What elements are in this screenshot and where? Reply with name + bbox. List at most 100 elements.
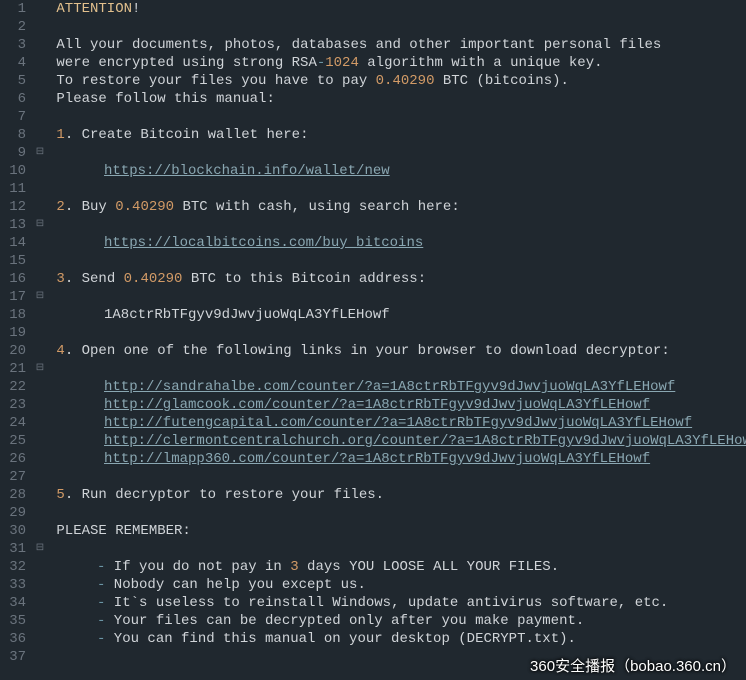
- fold-empty: [34, 612, 46, 630]
- code-line[interactable]: - It`s useless to reinstall Windows, upd…: [48, 594, 746, 612]
- code-line[interactable]: - Your files can be decrypted only after…: [48, 612, 746, 630]
- fold-toggle-icon[interactable]: ⊟: [34, 216, 46, 234]
- fold-empty: [34, 162, 46, 180]
- code-line[interactable]: All your documents, photos, databases an…: [48, 36, 746, 54]
- fold-empty: [34, 126, 46, 144]
- code-token: (: [476, 73, 484, 89]
- line-number: 36: [4, 630, 26, 648]
- line-number: 2: [4, 18, 26, 36]
- code-line[interactable]: - Nobody can help you except us.: [48, 576, 746, 594]
- code-line[interactable]: http://clermontcentralchurch.org/counter…: [48, 432, 746, 450]
- line-number: 29: [4, 504, 26, 522]
- code-token: 4: [56, 343, 64, 359]
- line-number: 4: [4, 54, 26, 72]
- code-editor[interactable]: 1234567891011121314151617181920212223242…: [0, 0, 746, 662]
- url-text: http://clermontcentralchurch.org/counter…: [104, 433, 746, 449]
- code-line[interactable]: ATTENTION!: [48, 0, 746, 18]
- line-number: 3: [4, 36, 26, 54]
- code-line[interactable]: [48, 504, 746, 522]
- code-token: .: [65, 199, 73, 215]
- line-number-gutter: 1234567891011121314151617181920212223242…: [0, 0, 34, 662]
- code-line[interactable]: http://lmapp360.com/counter/?a=1A8ctrRbT…: [48, 450, 746, 468]
- code-line[interactable]: [48, 144, 746, 162]
- fold-empty: [34, 342, 46, 360]
- code-token: BTC: [434, 73, 476, 89]
- code-token: were encrypted using strong RSA: [48, 55, 317, 71]
- fold-toggle-icon[interactable]: ⊟: [34, 540, 46, 558]
- line-number: 28: [4, 486, 26, 504]
- code-line[interactable]: - You can find this manual on your deskt…: [48, 630, 746, 648]
- code-token: :: [418, 271, 426, 287]
- code-line[interactable]: [48, 468, 746, 486]
- code-line[interactable]: PLEASE REMEMBER:: [48, 522, 746, 540]
- code-line[interactable]: [48, 288, 746, 306]
- code-line[interactable]: [48, 180, 746, 198]
- fold-empty: [34, 0, 46, 18]
- code-token: ).: [559, 631, 576, 647]
- fold-toggle-icon[interactable]: ⊟: [34, 144, 46, 162]
- code-line[interactable]: Please follow this manual:: [48, 90, 746, 108]
- code-token: It`s useless to reinstall Windows: [105, 595, 391, 611]
- fold-empty: [34, 252, 46, 270]
- code-line[interactable]: To restore your files you have to pay 0.…: [48, 72, 746, 90]
- code-line[interactable]: http://sandrahalbe.com/counter/?a=1A8ctr…: [48, 378, 746, 396]
- fold-empty: [34, 72, 46, 90]
- fold-column[interactable]: ⊟ ⊟ ⊟ ⊟ ⊟: [34, 0, 46, 662]
- code-token: Your files can be decrypted only after y…: [105, 613, 575, 629]
- code-line[interactable]: http://futengcapital.com/counter/?a=1A8c…: [48, 414, 746, 432]
- code-line[interactable]: 4. Open one of the following links in yo…: [48, 342, 746, 360]
- fold-empty: [34, 414, 46, 432]
- code-line[interactable]: 3. Send 0.40290 BTC to this Bitcoin addr…: [48, 270, 746, 288]
- code-token: ATTENTION: [48, 1, 132, 17]
- line-number: 14: [4, 234, 26, 252]
- code-line[interactable]: [48, 108, 746, 126]
- line-number: 7: [4, 108, 26, 126]
- code-line[interactable]: were encrypted using strong RSA-1024 alg…: [48, 54, 746, 72]
- code-line[interactable]: http://glamcook.com/counter/?a=1A8ctrRbT…: [48, 396, 746, 414]
- line-number: 10: [4, 162, 26, 180]
- code-line[interactable]: [48, 540, 746, 558]
- code-token: (: [458, 631, 466, 647]
- line-number: 18: [4, 306, 26, 324]
- code-token: 1: [56, 127, 64, 143]
- code-token: .: [660, 595, 668, 611]
- line-number: 19: [4, 324, 26, 342]
- code-line[interactable]: 1A8ctrRbTFgyv9dJwvjuoWqLA3YfLEHowf: [48, 306, 746, 324]
- fold-empty: [34, 270, 46, 288]
- code-line[interactable]: https://blockchain.info/wallet/new: [48, 162, 746, 180]
- code-token: 2: [56, 199, 64, 215]
- code-line[interactable]: 2. Buy 0.40290 BTC with cash, using sear…: [48, 198, 746, 216]
- code-token: ,: [208, 37, 216, 53]
- code-token: databases and other important personal f…: [283, 37, 661, 53]
- line-number: 1: [4, 0, 26, 18]
- code-token: .: [65, 271, 73, 287]
- code-line[interactable]: 5. Run decryptor to restore your files.: [48, 486, 746, 504]
- code-line[interactable]: [48, 216, 746, 234]
- fold-empty: [34, 522, 46, 540]
- line-number: 11: [4, 180, 26, 198]
- line-number: 24: [4, 414, 26, 432]
- fold-empty: [34, 558, 46, 576]
- code-token: :: [661, 343, 669, 359]
- code-line[interactable]: 1. Create Bitcoin wallet here:: [48, 126, 746, 144]
- code-token: .: [65, 343, 73, 359]
- fold-empty: [34, 198, 46, 216]
- fold-empty: [34, 36, 46, 54]
- fold-empty: [34, 576, 46, 594]
- line-number: 27: [4, 468, 26, 486]
- code-token: .: [65, 127, 73, 143]
- code-line[interactable]: - If you do not pay in 3 days YOU LOOSE …: [48, 558, 746, 576]
- code-token: :: [300, 127, 308, 143]
- fold-toggle-icon[interactable]: ⊟: [34, 288, 46, 306]
- code-line[interactable]: [48, 324, 746, 342]
- code-line[interactable]: [48, 252, 746, 270]
- code-line[interactable]: [48, 360, 746, 378]
- code-line[interactable]: https://localbitcoins.com/buy_bitcoins: [48, 234, 746, 252]
- line-number: 37: [4, 648, 26, 666]
- code-content[interactable]: ATTENTION! All your documents, photos, d…: [46, 0, 746, 662]
- code-line[interactable]: [48, 18, 746, 36]
- code-token: Nobody can help you except us: [105, 577, 357, 593]
- line-number: 32: [4, 558, 26, 576]
- code-token: -: [317, 55, 325, 71]
- fold-toggle-icon[interactable]: ⊟: [34, 360, 46, 378]
